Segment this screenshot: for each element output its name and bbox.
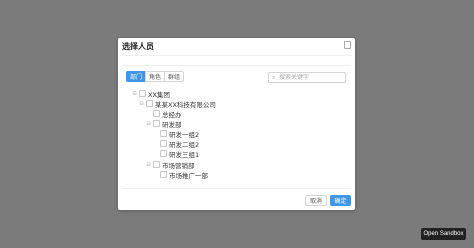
footer-divider	[122, 188, 351, 189]
dialog-title: 选择人员	[122, 42, 154, 51]
node-checkbox[interactable]	[160, 130, 167, 137]
tab-group: 部门 角色 群组	[126, 71, 184, 82]
node-label: 市场推广一部	[169, 171, 208, 180]
confirm-button[interactable]: 确定	[330, 195, 351, 206]
node-checkbox[interactable]	[160, 140, 167, 147]
tree-node[interactable]: 市场推广一部	[153, 170, 208, 180]
select-dialog: 选择人员 部门 角色 群组 ⌕ ⊟ XX集团 ⊟ 某某XX科技有限公司 总经办 …	[118, 38, 355, 210]
tree-node[interactable]: ⊟ 某某XX科技有限公司	[139, 99, 216, 109]
search-input[interactable]	[279, 73, 343, 82]
node-label: 研发一组2	[169, 130, 200, 139]
tree-node[interactable]: ⊟ 市场营销部	[146, 160, 195, 170]
tree-node[interactable]: 研发三组1	[153, 149, 200, 159]
tree-node[interactable]: 研发一组2	[153, 129, 200, 139]
tree-node[interactable]: 研发二组2	[153, 139, 200, 149]
close-icon[interactable]	[344, 41, 351, 49]
tab-department[interactable]: 部门	[126, 71, 146, 82]
node-label: 市场营销部	[162, 161, 195, 170]
tree-node[interactable]: 总经办	[146, 109, 182, 119]
collapse-icon[interactable]: ⊟	[146, 121, 151, 127]
node-checkbox[interactable]	[153, 120, 160, 127]
node-checkbox[interactable]	[153, 110, 160, 117]
collapse-icon[interactable]: ⊟	[146, 162, 151, 168]
collapse-icon[interactable]: ⊟	[132, 91, 137, 97]
tab-group-list[interactable]: 群组	[164, 71, 184, 82]
node-label: 某某XX科技有限公司	[155, 100, 216, 109]
node-label: XX集团	[148, 90, 170, 99]
node-checkbox[interactable]	[153, 161, 160, 168]
search-icon: ⌕	[272, 74, 276, 81]
tree-node[interactable]: ⊟ XX集团	[132, 89, 170, 99]
node-label: 研发部	[162, 120, 182, 129]
node-label: 研发三组1	[169, 150, 200, 159]
header-divider	[122, 55, 351, 56]
node-checkbox[interactable]	[139, 90, 146, 97]
node-checkbox[interactable]	[160, 150, 167, 157]
open-sandbox-button[interactable]: Open Sandbox	[421, 228, 466, 240]
tab-role[interactable]: 角色	[145, 71, 165, 82]
collapse-icon[interactable]: ⊟	[139, 101, 144, 107]
toolbar-divider	[122, 65, 351, 66]
node-checkbox[interactable]	[146, 100, 153, 107]
node-label: 总经办	[162, 110, 182, 119]
search-box[interactable]: ⌕	[268, 72, 346, 83]
node-checkbox[interactable]	[160, 171, 167, 178]
tree-node[interactable]: ⊟ 研发部	[146, 119, 182, 129]
dialog-header: 选择人员	[118, 38, 355, 55]
cancel-button[interactable]: 取消	[305, 195, 327, 206]
node-label: 研发二组2	[169, 140, 200, 149]
